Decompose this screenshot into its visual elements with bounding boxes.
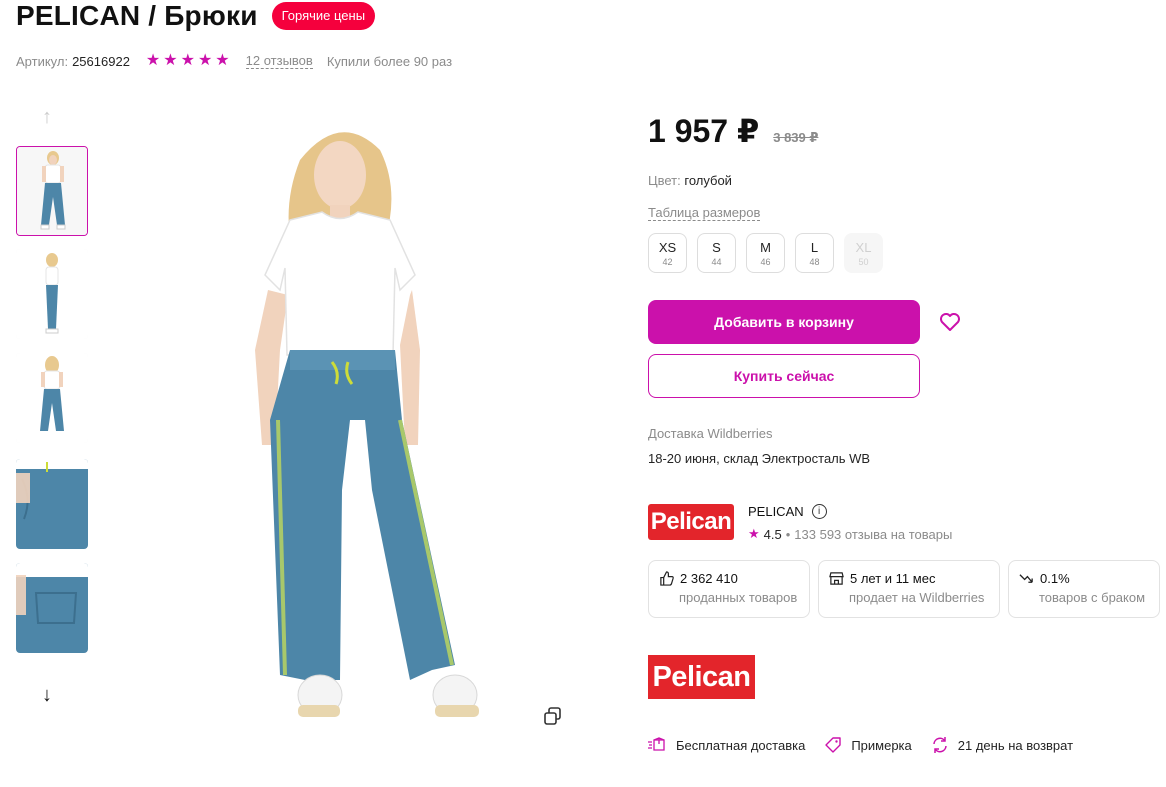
- feature-return: 21 день на возврат: [930, 736, 1073, 754]
- color-label: Цвет:: [648, 173, 681, 188]
- stat-selling-period: 5 лет и 11 мес продает на Wildberries: [818, 560, 1000, 618]
- star-icon: ★: [197, 52, 213, 69]
- star-icon: ★: [180, 52, 195, 69]
- size-number: 42: [662, 256, 673, 267]
- size-number: 50: [858, 256, 869, 267]
- info-icon[interactable]: i: [811, 504, 827, 519]
- feature-fitting: Примерка: [823, 736, 912, 754]
- seller-name-row: PELICAN i: [748, 504, 827, 519]
- bought-count: Купили более 90 раз: [326, 53, 453, 69]
- page-title: PELICAN / Брюки: [16, 0, 258, 31]
- stat-sold: 2 362 410 проданных товаров: [648, 560, 810, 618]
- rating-stars: ★ ★ ★ ★ ★: [146, 53, 230, 69]
- stat-period-value: 5 лет и 11 мес: [850, 571, 936, 586]
- article-label: Артикул:: [16, 53, 69, 69]
- size-option-l[interactable]: L 48: [795, 233, 834, 273]
- features-row: Бесплатная доставка Примерка 21 день на …: [648, 736, 1091, 754]
- copy-icon[interactable]: [543, 706, 563, 726]
- brand-logo[interactable]: Pelican: [648, 655, 755, 699]
- delivery-label: Доставка Wildberries: [648, 426, 773, 441]
- article-value[interactable]: 25616922: [72, 54, 130, 69]
- size-label: XS: [658, 239, 677, 255]
- reviews-link[interactable]: 12 отзывов: [245, 53, 313, 69]
- size-number: 46: [760, 256, 771, 267]
- hot-price-badge[interactable]: Горячие цены: [271, 2, 376, 30]
- product-meta: Артикул: 25616922 ★ ★ ★ ★ ★ 12 отзывов К…: [16, 53, 452, 69]
- size-option-m[interactable]: M 46: [746, 233, 785, 273]
- thumbnail-side[interactable]: [16, 249, 88, 339]
- size-number: 48: [809, 256, 820, 267]
- seller-rating-value: 4.5: [763, 526, 782, 542]
- current-price: 1 957 ₽: [648, 113, 760, 149]
- store-icon: [829, 572, 844, 585]
- star-icon: ★: [163, 52, 178, 69]
- size-option-s[interactable]: S 44: [697, 233, 736, 273]
- size-option-xs[interactable]: XS 42: [648, 233, 687, 273]
- seller-name[interactable]: PELICAN: [748, 504, 804, 519]
- stat-period-label: продает на Wildberries: [849, 590, 985, 605]
- feature-fitting-label: Примерка: [851, 737, 912, 753]
- add-to-cart-button[interactable]: Добавить в корзину: [648, 300, 920, 344]
- thumbnail-back[interactable]: [16, 353, 88, 443]
- size-label: L: [810, 239, 819, 255]
- arrow-up-icon[interactable]: ↑: [42, 106, 52, 129]
- free-delivery-icon: [648, 737, 665, 751]
- thumbnail-front[interactable]: [16, 146, 88, 236]
- tag-icon: [825, 737, 842, 753]
- seller-reviews[interactable]: 133 593 отзыва на товары: [794, 527, 952, 542]
- size-label: S: [712, 239, 721, 255]
- buy-now-button[interactable]: Купить сейчас: [648, 354, 920, 398]
- thumbnail-back-detail[interactable]: [16, 563, 88, 653]
- main-product-image[interactable]: [110, 100, 610, 750]
- feature-free-delivery-label: Бесплатная доставка: [676, 737, 806, 753]
- color-value: голубой: [684, 173, 732, 188]
- star-icon: ★: [215, 52, 230, 69]
- seller-logo[interactable]: Pelican: [648, 504, 734, 540]
- size-label: M: [760, 239, 771, 255]
- star-icon: ★: [748, 526, 760, 541]
- color-info: Цвет: голубой: [648, 173, 732, 188]
- star-icon: ★: [145, 52, 161, 69]
- stat-sold-value: 2 362 410: [680, 571, 738, 586]
- stat-defects-label: товаров с браком: [1039, 590, 1146, 605]
- return-icon: [933, 737, 947, 753]
- product-header: PELICAN / Брюки Горячие цены: [16, 0, 376, 32]
- thumbs-up-icon: [660, 571, 674, 586]
- old-price: 3 839 ₽: [773, 130, 819, 145]
- size-number: 44: [711, 256, 722, 267]
- stat-sold-label: проданных товаров: [679, 590, 798, 605]
- feature-free-delivery: Бесплатная доставка: [648, 736, 805, 754]
- arrow-down-icon[interactable]: ↓: [42, 684, 52, 707]
- price-block: 1 957 ₽ 3 839 ₽: [648, 112, 818, 150]
- seller-rating: ★ 4.5 • 133 593 отзыва на товары: [748, 526, 952, 542]
- feature-return-label: 21 день на возврат: [957, 737, 1074, 753]
- separator-dot: •: [785, 526, 791, 542]
- delivery-text[interactable]: 18-20 июня, склад Электросталь WB: [648, 451, 870, 466]
- size-label: XL: [855, 239, 872, 255]
- size-option-xl: XL 50: [844, 233, 883, 273]
- size-table-link[interactable]: Таблица размеров: [648, 205, 761, 221]
- stat-defects-value: 0.1%: [1040, 571, 1070, 586]
- size-selector: XS 42 S 44 M 46 L 48 XL 50: [648, 233, 883, 273]
- trend-down-icon: [1019, 574, 1033, 583]
- thumbnail-pocket-detail[interactable]: [16, 459, 88, 549]
- heart-icon[interactable]: [938, 310, 962, 334]
- stat-defects: 0.1% товаров с браком: [1008, 560, 1160, 618]
